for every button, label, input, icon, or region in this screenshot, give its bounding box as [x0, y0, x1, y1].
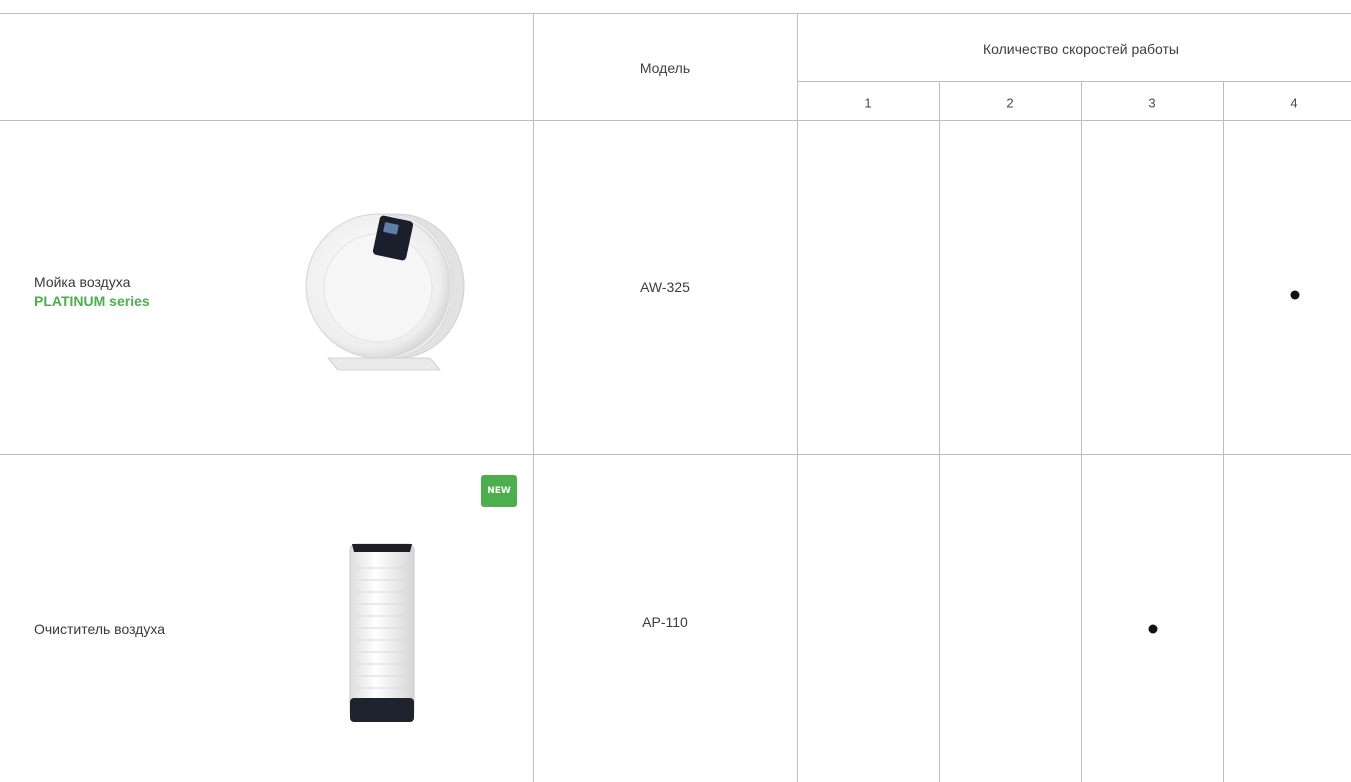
table-top-border	[0, 13, 1351, 14]
col-divider-model	[533, 13, 534, 782]
round-air-washer-image	[305, 213, 465, 371]
model-cell-row-2: AP-110	[642, 614, 688, 630]
speed-col-1: 1	[864, 95, 872, 111]
product-name-row-2: Очиститель воздуха	[34, 620, 165, 639]
speed-col-4: 4	[1290, 95, 1298, 111]
col-divider-speeds	[797, 13, 798, 782]
product-name-row-1: Мойка воздуха PLATINUM series	[34, 273, 150, 311]
model-cell-row-1: AW-325	[640, 279, 690, 295]
speed-mark-row-2	[1148, 624, 1158, 634]
col-divider-speed-2	[939, 81, 940, 782]
tower-air-purifier-image	[349, 543, 415, 722]
header-bottom-border	[0, 120, 1351, 121]
new-badge: NEW	[481, 475, 517, 507]
speed-mark-row-1	[1290, 290, 1300, 300]
speed-col-2: 2	[1006, 95, 1014, 111]
header-model-label: Модель	[639, 60, 691, 76]
product-type-label: Очиститель воздуха	[34, 621, 165, 637]
row-divider	[0, 454, 1351, 455]
product-series-label: PLATINUM series	[34, 293, 150, 309]
col-divider-speed-3	[1081, 81, 1082, 782]
header-speeds-label: Количество скоростей работы	[982, 41, 1180, 57]
col-divider-speed-4	[1223, 81, 1224, 782]
product-type-label: Мойка воздуха	[34, 274, 131, 290]
speeds-header-divider	[798, 81, 1351, 82]
speed-col-3: 3	[1148, 95, 1156, 111]
